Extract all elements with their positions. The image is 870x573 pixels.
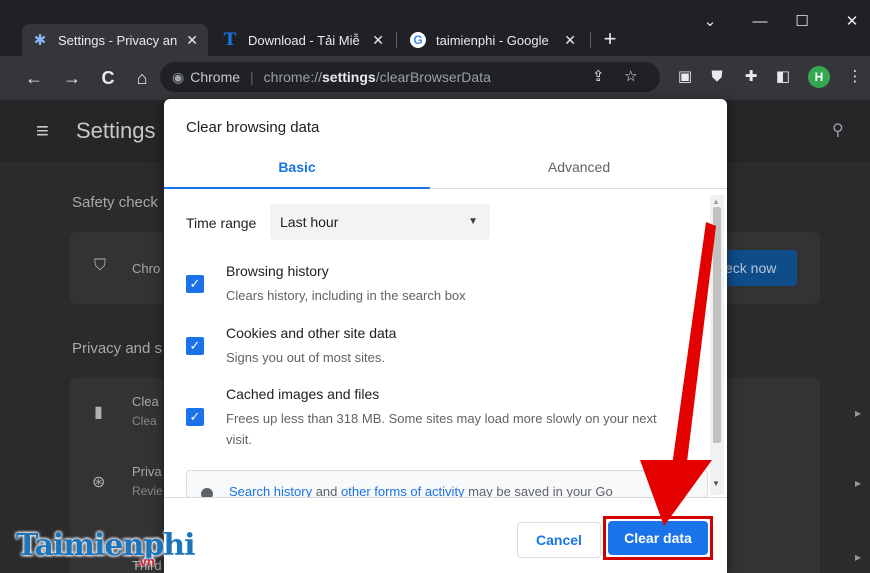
close-icon[interactable]: ✕ bbox=[564, 32, 576, 49]
forward-arrow-icon[interactable]: → bbox=[60, 66, 84, 90]
search-history-link[interactable]: Search history bbox=[229, 484, 312, 497]
scrollbar-thumb[interactable] bbox=[713, 207, 721, 443]
maximize-button[interactable]: ☐ bbox=[782, 8, 822, 36]
url-host: settings bbox=[322, 69, 376, 85]
share-icon[interactable]: ⇪ bbox=[592, 67, 605, 85]
dialog-title: Clear browsing data bbox=[186, 119, 320, 136]
cancel-button[interactable]: Cancel bbox=[517, 522, 601, 558]
check-now-button[interactable]: eck now bbox=[715, 250, 797, 286]
option-title: Cached images and files bbox=[226, 386, 380, 402]
notice-and: and bbox=[312, 484, 342, 498]
tab-title: taimienphi - Google bbox=[436, 32, 549, 48]
tab-strip: ✱ Settings - Privacy an ✕ T Download - T… bbox=[0, 0, 870, 60]
window-close-button[interactable]: ✕ bbox=[832, 8, 870, 36]
search-icon[interactable]: ⚲ bbox=[832, 120, 844, 140]
shield-check-icon: ⛉ bbox=[94, 257, 107, 274]
watermark-main: Taimienphi bbox=[16, 528, 196, 563]
reload-icon[interactable]: C bbox=[96, 66, 120, 90]
settings-title: Settings bbox=[76, 118, 156, 143]
privacy-heading: Privacy and s bbox=[72, 340, 163, 357]
google-icon: G bbox=[410, 32, 426, 48]
other-activity-link[interactable]: other forms of activity bbox=[341, 484, 465, 497]
hamburger-menu-icon[interactable]: ≡ bbox=[36, 118, 49, 144]
chevron-right-icon: ▸ bbox=[855, 406, 862, 420]
bookmark-star-icon[interactable]: ☆ bbox=[624, 67, 637, 85]
trash-icon: ▮ bbox=[94, 404, 103, 421]
home-icon[interactable]: ⌂ bbox=[130, 66, 154, 90]
dialog-scrollbar[interactable]: ▲ ▼ bbox=[710, 195, 724, 495]
dialog-footer: Cancel Clear data bbox=[164, 497, 727, 573]
extension-screen-icon[interactable]: ▣ bbox=[676, 68, 694, 86]
profile-avatar[interactable]: H bbox=[808, 66, 830, 88]
dialog-tabs: Basic Advanced bbox=[164, 151, 727, 189]
clear-browsing-data-dialog: Clear browsing data Basic Advanced Time … bbox=[164, 99, 727, 573]
option-title: Browsing history bbox=[226, 263, 329, 279]
privacy-item-sub: Clea bbox=[132, 414, 157, 428]
tab-title: Download - Tải Miễ bbox=[248, 32, 360, 48]
omnibox-separator: | bbox=[250, 69, 254, 85]
scroll-down-arrow-icon[interactable]: ▼ bbox=[712, 479, 720, 488]
dialog-scroll-area: Time range Last hour ▼ ✓ Browsing histor… bbox=[164, 191, 727, 495]
close-icon[interactable]: ✕ bbox=[372, 32, 384, 49]
notice-rest: may be saved in your Go bbox=[464, 484, 613, 498]
safety-card-text: Chro bbox=[132, 261, 161, 276]
url-path: /clearBrowserData bbox=[375, 69, 491, 85]
tab-download[interactable]: T Download - Tải Miễ ✕ bbox=[212, 24, 394, 56]
privacy-item-title: Priva bbox=[132, 464, 162, 479]
omnibox-chip: Chrome bbox=[190, 69, 241, 85]
time-range-select[interactable]: Last hour ▼ bbox=[270, 204, 490, 240]
address-bar[interactable]: ◉ Chrome | chrome://settings/clearBrowse… bbox=[160, 62, 660, 92]
chrome-logo-icon: ◉ bbox=[172, 68, 185, 85]
close-icon[interactable]: ✕ bbox=[186, 32, 198, 49]
tab-search-chevron-icon[interactable]: ⌄ bbox=[690, 8, 730, 36]
watermark-sub: .vn bbox=[136, 554, 155, 569]
option-desc: Signs you out of most sites. bbox=[226, 350, 385, 365]
tab-separator bbox=[590, 32, 591, 48]
cached-images-checkbox[interactable]: ✓ bbox=[186, 408, 204, 426]
chevron-right-icon: ▸ bbox=[855, 550, 862, 564]
option-title: Cookies and other site data bbox=[226, 325, 397, 341]
privacy-item-title: Clea bbox=[132, 394, 159, 409]
time-range-label: Time range bbox=[186, 215, 257, 231]
tab-separator bbox=[396, 32, 397, 48]
tab-basic[interactable]: Basic bbox=[164, 151, 430, 189]
menu-kebab-icon[interactable]: ⋮ bbox=[846, 68, 864, 86]
tab-title: Settings - Privacy an bbox=[58, 32, 178, 48]
option-desc: Clears history, including in the search … bbox=[226, 288, 466, 303]
extension-shield-icon[interactable]: ⛊ bbox=[708, 68, 726, 86]
url-scheme: chrome:// bbox=[263, 69, 323, 85]
browsing-history-checkbox[interactable]: ✓ bbox=[186, 275, 204, 293]
dropdown-caret-icon: ▼ bbox=[468, 216, 478, 227]
clear-data-button[interactable]: Clear data bbox=[608, 521, 708, 555]
minimize-button[interactable]: — bbox=[740, 8, 780, 36]
side-panel-icon[interactable]: ◧ bbox=[774, 68, 792, 86]
browser-toolbar: ← → C ⌂ ◉ Chrome | chrome://settings/cle… bbox=[0, 56, 870, 100]
extensions-puzzle-icon[interactable]: ✚ bbox=[742, 68, 760, 86]
t-favicon-icon: T bbox=[223, 30, 237, 50]
settings-gear-icon: ✱ bbox=[33, 32, 47, 49]
chevron-right-icon: ▸ bbox=[855, 476, 862, 490]
safety-check-heading: Safety check bbox=[72, 194, 158, 211]
tab-settings[interactable]: ✱ Settings - Privacy an ✕ bbox=[22, 24, 208, 56]
cookie-icon: ⊛ bbox=[92, 474, 106, 491]
tab-advanced[interactable]: Advanced bbox=[446, 151, 712, 189]
option-desc: Frees up less than 318 MB. Some sites ma… bbox=[226, 411, 657, 447]
privacy-item-sub: Revie bbox=[132, 484, 163, 498]
scroll-up-arrow-icon[interactable]: ▲ bbox=[712, 197, 720, 206]
back-arrow-icon[interactable]: ← bbox=[22, 66, 46, 90]
activity-notice: Search history and other forms of activi… bbox=[186, 470, 708, 498]
cookies-checkbox[interactable]: ✓ bbox=[186, 337, 204, 355]
time-range-value: Last hour bbox=[280, 214, 339, 230]
new-tab-button[interactable]: + bbox=[598, 28, 622, 52]
tab-google[interactable]: G taimienphi - Google ✕ bbox=[400, 24, 586, 56]
